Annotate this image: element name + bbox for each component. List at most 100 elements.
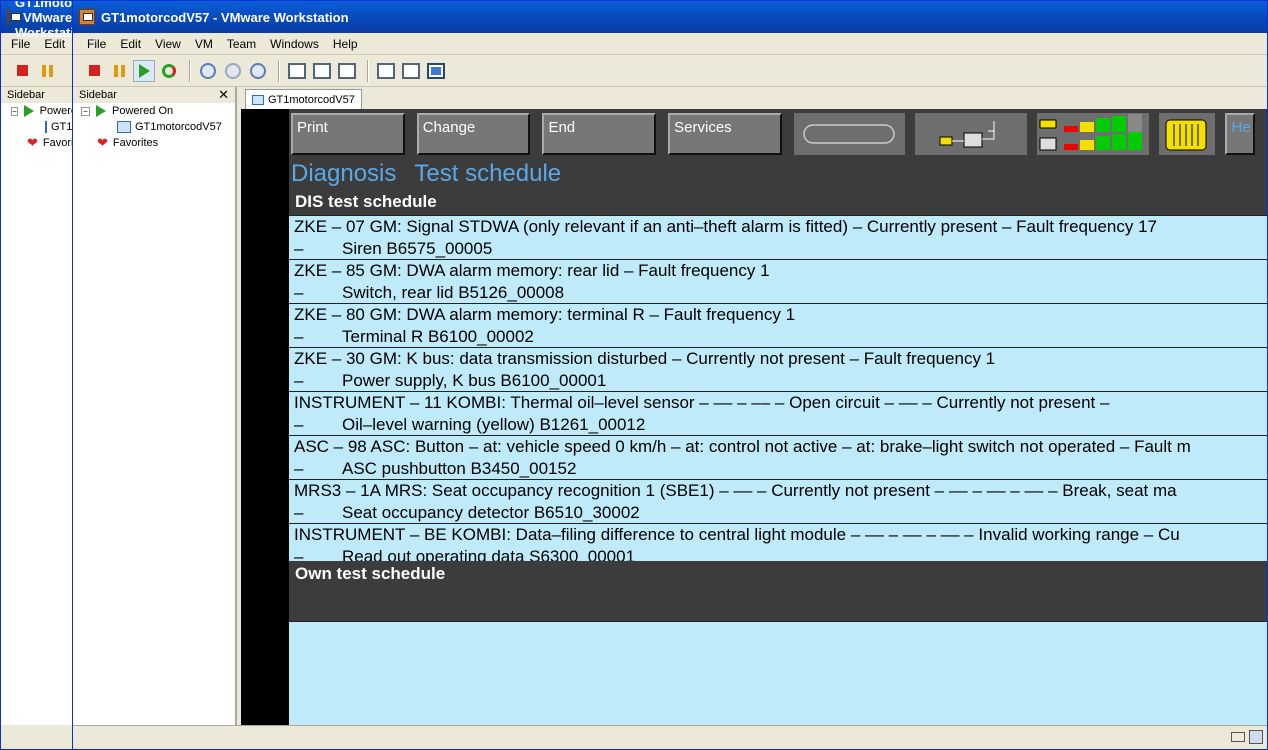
fault-dash: – xyxy=(294,503,304,522)
guest-button-row: Print Change End Services He xyxy=(289,109,1267,159)
fault-component-row: – Read out operating data S6300_00001 xyxy=(294,546,1267,561)
tree-label: Powered On xyxy=(112,105,174,117)
fault-component: Seat occupancy detector B6510_30002 xyxy=(342,503,640,522)
guest-screen[interactable]: Print Change End Services He Diagnosis T… xyxy=(289,109,1267,725)
guest-console[interactable]: Print Change End Services He Diagnosis T… xyxy=(241,109,1267,725)
vm-tab-icon xyxy=(252,94,264,105)
fault-item[interactable]: INSTRUMENT – BE KOMBI: Data–filing diffe… xyxy=(289,524,1267,561)
toolbar-separator xyxy=(367,59,369,82)
hard-disk-status-icon[interactable] xyxy=(1231,732,1245,742)
power-off-button[interactable] xyxy=(83,60,105,82)
help-button[interactable]: He xyxy=(1225,113,1255,155)
vm-content-area: GT1motorcodV57 Print Change End Services xyxy=(241,87,1267,725)
menu-help[interactable]: Help xyxy=(333,37,358,51)
window-titlebar[interactable]: GT1motorcodV57 - VMware Workstation xyxy=(73,1,1267,33)
fault-description: ZKE – 85 GM: DWA alarm memory: rear lid … xyxy=(294,261,770,280)
fault-component-row: – Switch, rear lid B5126_00008 xyxy=(294,282,1267,303)
tree-powered-on[interactable]: − Powered On xyxy=(73,103,235,119)
quick-switch-icon xyxy=(313,62,331,79)
tree-vm[interactable]: GT1motorcodV57 xyxy=(73,119,235,135)
fault-item[interactable]: ZKE – 80 GM: DWA alarm memory: terminal … xyxy=(289,304,1267,348)
vmware-window[interactable]: GT1motorcodV57 - VMware Workstation File… xyxy=(72,0,1268,750)
fault-description: ZKE – 80 GM: DWA alarm memory: terminal … xyxy=(294,305,796,324)
fault-component-row: – ASC pushbutton B3450_00152 xyxy=(294,458,1267,479)
change-button[interactable]: Change xyxy=(416,113,531,155)
tree-label: Favorites xyxy=(112,137,159,149)
fault-dash: – xyxy=(294,547,304,561)
fault-item[interactable]: MRS3 – 1A MRS: Seat occupancy recognitio… xyxy=(289,480,1267,524)
tree-label: GT1motorcodV57 xyxy=(135,121,222,133)
reset-button[interactable] xyxy=(158,60,180,82)
dis-test-schedule-title: DIS test schedule xyxy=(289,189,1267,215)
own-test-schedule-list[interactable] xyxy=(289,621,1267,725)
menu-windows[interactable]: Windows xyxy=(270,37,319,51)
collapse-icon[interactable]: − xyxy=(11,106,18,116)
heading-test-schedule: Test schedule xyxy=(414,160,562,187)
fault-item[interactable]: ASC – 98 ASC: Button – at: vehicle speed… xyxy=(289,436,1267,480)
page-heading: Diagnosis Test schedule xyxy=(289,159,1267,189)
fault-dash: – xyxy=(294,459,304,478)
menu-edit[interactable]: Edit xyxy=(44,37,65,51)
toolbar-separator xyxy=(189,59,191,82)
show-sidebar-button[interactable] xyxy=(286,60,308,82)
favorites-heart-icon: ❤ xyxy=(27,135,38,150)
status-bar xyxy=(73,725,1267,749)
console-view-icon xyxy=(377,62,395,79)
menu-file[interactable]: File xyxy=(11,37,30,51)
services-button[interactable]: Services xyxy=(668,113,782,155)
vm-tabbar: GT1motorcodV57 xyxy=(241,87,1267,109)
vm-icon xyxy=(117,121,131,133)
console-view-button[interactable] xyxy=(375,60,397,82)
sidebar-view-icon xyxy=(288,62,306,79)
fault-dash: – xyxy=(294,415,304,434)
fault-dash: – xyxy=(294,371,304,390)
fault-component: Terminal R B6100_00002 xyxy=(342,327,534,346)
own-test-schedule-title: Own test schedule xyxy=(289,561,1267,587)
snapshot-button[interactable] xyxy=(197,60,219,82)
powered-on-icon xyxy=(96,105,106,117)
fault-item[interactable]: ZKE – 30 GM: K bus: data transmission di… xyxy=(289,348,1267,392)
fault-description: ZKE – 07 GM: Signal STDWA (only relevant… xyxy=(294,217,1157,236)
menu-edit[interactable]: Edit xyxy=(120,37,141,51)
adapter-icon xyxy=(1158,113,1216,155)
collapse-icon[interactable]: − xyxy=(81,106,90,116)
fault-component: Switch, rear lid B5126_00008 xyxy=(342,283,565,302)
suspend-button[interactable] xyxy=(36,60,58,82)
fault-component-row: – Oil–level warning (yellow) B1261_00012 xyxy=(294,414,1267,435)
power-off-button[interactable] xyxy=(11,60,33,82)
menu-view[interactable]: View xyxy=(155,37,181,51)
snapshot-manager-button[interactable] xyxy=(247,60,269,82)
snapshot-manager-icon xyxy=(250,62,266,79)
suspend-button[interactable] xyxy=(108,60,130,82)
fault-item[interactable]: INSTRUMENT – 11 KOMBI: Thermal oil–level… xyxy=(289,392,1267,436)
full-screen-button[interactable] xyxy=(336,60,358,82)
menu-vm[interactable]: VM xyxy=(195,37,213,51)
menu-file[interactable]: File xyxy=(87,37,106,51)
toolbar xyxy=(73,55,1267,87)
revert-icon xyxy=(225,62,241,79)
network-status-icon[interactable] xyxy=(1249,730,1263,744)
close-sidebar-icon[interactable]: ✕ xyxy=(218,87,229,103)
tree-favorites[interactable]: ❤ Favorites xyxy=(73,135,235,151)
summary-view-button[interactable] xyxy=(400,60,422,82)
play-icon xyxy=(138,63,150,78)
fault-component: Oil–level warning (yellow) B1261_00012 xyxy=(342,415,646,434)
fault-dash: – xyxy=(294,327,304,346)
fault-item[interactable]: ZKE – 85 GM: DWA alarm memory: rear lid … xyxy=(289,260,1267,304)
appliance-view-icon xyxy=(427,62,445,79)
fault-description: INSTRUMENT – 11 KOMBI: Thermal oil–level… xyxy=(294,393,1110,412)
vm-icon xyxy=(45,121,47,133)
tab-vm[interactable]: GT1motorcodV57 xyxy=(245,89,362,109)
power-on-button[interactable] xyxy=(133,59,155,82)
heading-diagnosis: Diagnosis xyxy=(291,160,397,187)
end-button[interactable]: End xyxy=(542,113,657,155)
quick-switch-button[interactable] xyxy=(311,60,333,82)
print-button[interactable]: Print xyxy=(291,113,405,155)
dis-test-schedule-list[interactable]: ZKE – 07 GM: Signal STDWA (only relevant… xyxy=(289,215,1267,561)
fault-description: ASC – 98 ASC: Button – at: vehicle speed… xyxy=(294,437,1191,456)
appliance-view-button[interactable] xyxy=(425,60,447,82)
sidebar-title: Sidebar xyxy=(7,89,45,101)
revert-snapshot-button[interactable] xyxy=(222,60,244,82)
fault-item[interactable]: ZKE – 07 GM: Signal STDWA (only relevant… xyxy=(289,216,1267,260)
menu-team[interactable]: Team xyxy=(227,37,256,51)
